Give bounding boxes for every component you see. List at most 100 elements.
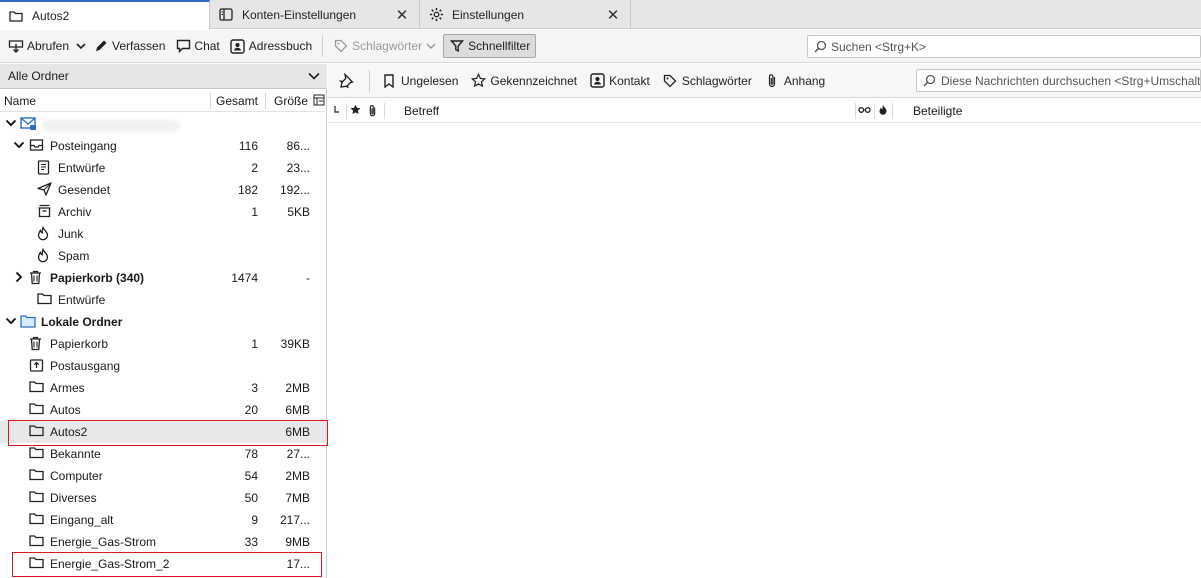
column-separator[interactable] (384, 103, 385, 119)
toolbar-separator (369, 69, 370, 92)
column-separator[interactable] (265, 93, 266, 109)
folder-name: Archiv (58, 205, 92, 219)
tab-einstellungen[interactable]: Einstellungen ✕ (420, 0, 631, 29)
global-search-input[interactable]: Suchen <Strg+K> (807, 35, 1201, 58)
junk-icon (37, 247, 53, 264)
star-icon (470, 73, 486, 89)
folder-row[interactable]: Lokale Ordner (0, 311, 327, 333)
folder-row[interactable] (0, 113, 327, 135)
attachment-column-icon[interactable] (368, 104, 380, 117)
tag-icon (333, 38, 349, 54)
folder-row[interactable]: Papierkorb (340) 1474 - (0, 267, 327, 289)
folder-row[interactable]: Energie_Gas-Strom 33 9MB (0, 531, 327, 553)
column-separator[interactable] (210, 93, 211, 109)
sticky-filter-button[interactable] (332, 69, 364, 93)
tag-icon (662, 73, 678, 89)
get-messages-dropdown[interactable] (74, 34, 88, 58)
folder-size: 7MB (285, 491, 310, 505)
folder-name: Diverses (50, 491, 97, 505)
starred-filter-button[interactable]: Gekennzeichnet (464, 69, 583, 93)
folder-row[interactable]: Entwürfe (0, 289, 327, 311)
chevron-right-icon[interactable] (13, 271, 25, 285)
tab-autos2[interactable]: Autos2 (0, 0, 210, 30)
chevron-down-icon[interactable] (13, 139, 25, 153)
folder-row[interactable]: Gesendet 182 192... (0, 179, 327, 201)
folder-name: Autos (50, 403, 81, 417)
tab-label: Konten-Einstellungen (242, 7, 357, 22)
folder-row[interactable]: Posteingang 116 86... (0, 135, 327, 157)
column-separator[interactable] (346, 103, 347, 119)
folder-total: 1474 (231, 271, 258, 285)
tab-konten-einstellungen[interactable]: Konten-Einstellungen ✕ (210, 0, 420, 29)
tags-button[interactable]: Schlagwörter (328, 34, 441, 58)
junk-icon (37, 225, 53, 242)
attachment-filter-label: Anhang (783, 73, 826, 88)
thread-icon[interactable] (333, 104, 345, 117)
folder-total: 1 (251, 205, 258, 219)
folder-mode-selector[interactable]: Alle Ordner (0, 64, 327, 89)
folder-row[interactable]: Papierkorb 1 39KB (0, 333, 327, 355)
attachment-filter-button[interactable]: Anhang (758, 69, 831, 93)
tags-filter-button[interactable]: Schlagwörter (656, 69, 758, 93)
folder-mode-label: Alle Ordner (8, 69, 69, 83)
folder-row[interactable]: Spam (0, 245, 327, 267)
folder-size: 2MB (285, 381, 310, 395)
contact-filter-button[interactable]: Kontakt (583, 69, 656, 93)
column-name[interactable]: Name (4, 94, 36, 108)
tab-label: Autos2 (32, 9, 70, 23)
folder-name: Postausgang (50, 359, 121, 373)
folder-size: 23... (286, 161, 310, 175)
column-size[interactable]: Größe (274, 94, 308, 108)
column-separator[interactable] (874, 103, 875, 119)
folder-row[interactable]: Postausgang (0, 355, 327, 377)
folder-total: 9 (251, 513, 258, 527)
unread-filter-button[interactable]: Ungelesen (375, 69, 464, 93)
chevron-down-icon[interactable] (5, 117, 17, 131)
column-correspondents[interactable]: Beteiligte (913, 104, 962, 118)
star-column-icon[interactable] (350, 104, 362, 117)
read-status-column-icon[interactable] (858, 104, 871, 117)
folder-row[interactable]: Entwürfe 2 23... (0, 157, 327, 179)
folder-row[interactable]: Diverses 50 7MB (0, 487, 327, 509)
folder-row[interactable]: Autos 20 6MB (0, 399, 327, 421)
get-messages-button[interactable]: Abrufen (3, 34, 74, 58)
compose-button[interactable]: Verfassen (88, 34, 170, 58)
folder-name: Papierkorb (50, 337, 109, 351)
message-list (328, 124, 1201, 578)
column-subject[interactable]: Betreff (404, 104, 439, 118)
folder-row[interactable]: Eingang_alt 9 217... (0, 509, 327, 531)
column-separator[interactable] (892, 103, 893, 119)
folder-row[interactable]: Junk (0, 223, 327, 245)
column-picker-icon[interactable] (313, 94, 325, 109)
toolbar-separator (322, 35, 324, 57)
address-book-button[interactable]: Adressbuch (225, 34, 317, 58)
chevron-down-icon[interactable] (5, 315, 17, 329)
drafts-icon (37, 160, 53, 176)
folder-size: 9MB (285, 535, 310, 549)
folder-icon (29, 534, 45, 550)
message-filter-input[interactable]: Diese Nachrichten durchsuchen <Strg+Umsc… (916, 69, 1201, 92)
outbox-icon (29, 358, 45, 374)
folder-total: 3 (251, 381, 258, 395)
folder-name: Spam (58, 249, 90, 263)
chat-icon (175, 38, 191, 54)
folder-total: 20 (244, 403, 258, 417)
column-separator[interactable] (855, 103, 856, 119)
compose-label: Verfassen (112, 39, 166, 53)
chevron-down-icon (307, 69, 321, 83)
close-icon[interactable]: ✕ (606, 7, 620, 24)
quick-filter-button[interactable]: Schnellfilter (443, 34, 537, 58)
column-total[interactable]: Gesamt (216, 94, 258, 108)
folder-row[interactable]: Bekannte 78 27... (0, 443, 327, 465)
folder-icon (29, 380, 45, 396)
folder-icon (29, 512, 45, 528)
folder-row[interactable]: Armes 3 2MB (0, 377, 327, 399)
folder-row[interactable]: Archiv 1 5KB (0, 201, 327, 223)
chat-button[interactable]: Chat (170, 34, 224, 58)
junk-column-icon[interactable] (878, 104, 890, 117)
folder-size: 39KB (280, 337, 310, 351)
chevron-down-icon (76, 39, 86, 53)
folder-pane: Alle Ordner Name Gesamt Größe Posteingan… (0, 64, 328, 578)
close-icon[interactable]: ✕ (395, 7, 409, 24)
folder-row[interactable]: Computer 54 2MB (0, 465, 327, 487)
